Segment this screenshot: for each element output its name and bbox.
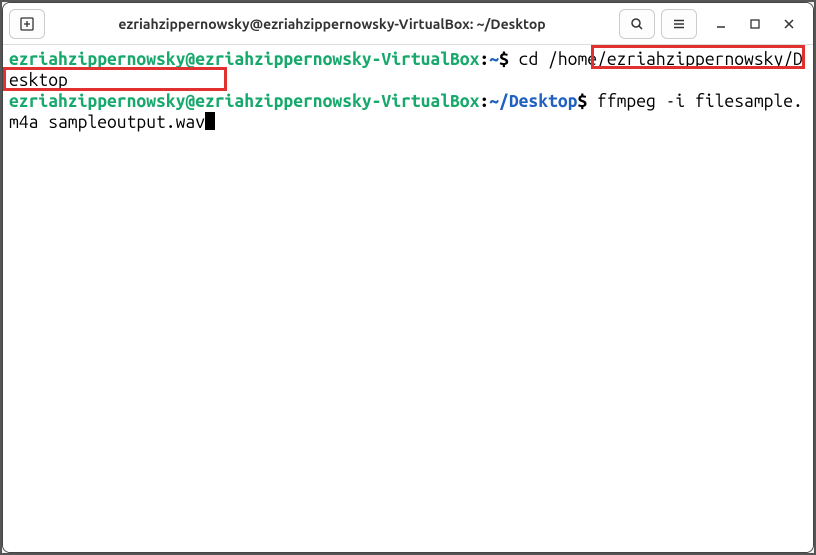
prompt-path: ~ — [489, 50, 499, 69]
prompt-dollar: $ — [499, 50, 509, 69]
titlebar: ezriahzippernowsky@ezriahzippernowsky-Vi… — [3, 3, 813, 45]
window-title: ezriahzippernowsky@ezriahzippernowsky-Vi… — [51, 16, 613, 32]
terminal-content[interactable]: ezriahzippernowsky@ezriahzippernowsky-Vi… — [3, 45, 813, 552]
new-tab-button[interactable] — [9, 9, 45, 39]
menu-button[interactable] — [661, 9, 697, 39]
prompt-colon: : — [479, 92, 489, 111]
maximize-icon — [749, 18, 761, 30]
minimize-button[interactable] — [711, 14, 731, 34]
search-button[interactable] — [619, 9, 655, 39]
command-text-part1: ffmpeg -i filesample — [587, 92, 793, 111]
close-icon — [783, 18, 795, 30]
terminal-cursor — [205, 112, 215, 130]
window-controls — [703, 14, 807, 34]
prompt-user-host: ezriahzippernowsky@ezriahzippernowsky-Vi… — [9, 92, 479, 111]
hamburger-icon — [672, 17, 686, 31]
terminal-window: ezriahzippernowsky@ezriahzippernowsky-Vi… — [2, 2, 814, 553]
prompt-dollar: $ — [577, 92, 587, 111]
minimize-icon — [715, 18, 727, 30]
search-icon — [630, 17, 644, 31]
new-tab-icon — [20, 17, 34, 31]
prompt-path: ~/Desktop — [489, 92, 577, 111]
maximize-button[interactable] — [745, 14, 765, 34]
close-button[interactable] — [779, 14, 799, 34]
prompt-user-host: ezriahzippernowsky@ezriahzippernowsky-Vi… — [9, 50, 479, 69]
prompt-colon: : — [479, 50, 489, 69]
